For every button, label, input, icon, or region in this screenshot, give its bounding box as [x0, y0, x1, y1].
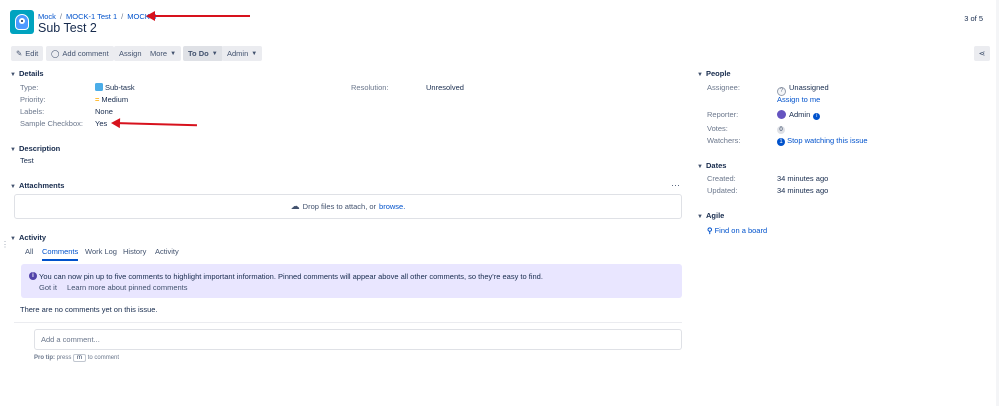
activity-section-toggle[interactable]: ▼ Activity	[10, 233, 46, 242]
labels-label: Labels:	[20, 107, 45, 116]
tab-all[interactable]: All	[25, 247, 33, 256]
votes-label: Votes:	[707, 124, 728, 133]
edit-button[interactable]: ✎ Edit	[11, 46, 44, 61]
resolution-label: Resolution:	[351, 83, 389, 92]
chevron-down-icon: ▼	[10, 184, 16, 190]
find-on-board-link[interactable]: ⚲ Find on a board	[707, 226, 767, 235]
chevron-down-icon: ▼	[10, 72, 16, 78]
chevron-down-icon: ▼	[10, 147, 16, 153]
keyboard-shortcut-key: m	[73, 354, 87, 362]
agile-section-toggle[interactable]: ▼ Agile	[697, 211, 724, 220]
issue-pager: 3 of 5	[964, 14, 983, 23]
info-icon: i	[29, 272, 37, 280]
add-comment-button[interactable]: ◯ Add comment	[46, 46, 114, 61]
breadcrumb-project[interactable]: Mock	[38, 12, 56, 21]
description-section-toggle[interactable]: ▼ Description	[10, 144, 60, 153]
divider	[14, 322, 682, 323]
got-it-button[interactable]: Got it	[39, 283, 57, 292]
details-section-toggle[interactable]: ▼ Details	[10, 69, 44, 78]
issue-title[interactable]: Sub Test 2	[38, 21, 97, 35]
priority-medium-icon: =	[95, 95, 100, 104]
chevron-down-icon: ▼	[697, 72, 703, 78]
chevron-down-icon: ▼	[251, 50, 258, 57]
attachments-section-toggle[interactable]: ▼ Attachments	[10, 181, 64, 190]
assign-button[interactable]: Assign	[114, 46, 147, 61]
drag-handle-icon[interactable]: ⋮	[1, 241, 9, 249]
more-options-icon[interactable]: ···	[671, 180, 680, 190]
breadcrumb: Mock / MOCK-1 Test 1/MOCK-3	[38, 12, 157, 21]
add-comment-input[interactable]: Add a comment...	[34, 329, 682, 350]
comment-icon: ◯	[51, 49, 60, 58]
info-icon[interactable]: i	[813, 113, 821, 120]
chevron-down-icon: ▼	[697, 164, 703, 170]
breadcrumb-parent-issue[interactable]: MOCK-1 Test 1	[66, 12, 117, 21]
project-avatar[interactable]	[10, 10, 34, 34]
share-icon: ⋖	[978, 49, 986, 58]
reporter-label: Reporter:	[707, 110, 739, 119]
dates-section-toggle[interactable]: ▼ Dates	[697, 161, 726, 170]
pro-tip: Pro tip: press m to comment	[34, 354, 120, 362]
learn-more-link[interactable]: Learn more about pinned comments	[67, 283, 188, 292]
sample-checkbox-label: Sample Checkbox:	[20, 119, 83, 128]
no-comments-text: There are no comments yet on this issue.	[20, 305, 158, 314]
resolution-value: Unresolved	[426, 83, 464, 92]
chevron-down-icon: ▼	[170, 50, 177, 57]
watchers-label: Watchers:	[707, 136, 741, 145]
labels-value[interactable]: None	[95, 107, 113, 116]
created-value: 34 minutes ago	[777, 174, 829, 183]
people-section-toggle[interactable]: ▼ People	[697, 69, 731, 78]
pencil-icon: ✎	[16, 49, 23, 58]
pinned-comments-notice: i You can now pin up to five comments to…	[21, 264, 682, 298]
tab-work-log[interactable]: Work Log	[85, 247, 117, 256]
browse-link[interactable]: browse.	[379, 202, 405, 211]
admin-button[interactable]: Admin ▼	[222, 46, 263, 61]
votes-value[interactable]: 0	[777, 124, 785, 134]
attachment-dropzone[interactable]: ☁ Drop files to attach, or browse.	[14, 194, 682, 219]
search-icon: ⚲	[707, 226, 713, 235]
priority-label: Priority:	[20, 95, 46, 104]
cloud-upload-icon: ☁	[290, 201, 300, 211]
tab-comments[interactable]: Comments	[42, 247, 79, 261]
annotation-arrow-checkbox	[110, 117, 197, 129]
type-value: Sub-task	[95, 83, 135, 92]
chevron-down-icon: ▼	[697, 214, 703, 220]
avatar	[777, 110, 786, 119]
watchers-value[interactable]: 1 Stop watching this issue	[777, 136, 868, 146]
notice-text: You can now pin up to five comments to h…	[39, 272, 543, 281]
type-label: Type:	[20, 83, 39, 92]
chevron-down-icon: ▼	[211, 50, 218, 57]
reporter-value[interactable]: Admin i	[777, 110, 821, 120]
created-label: Created:	[707, 174, 736, 183]
chevron-down-icon: ▼	[10, 236, 16, 242]
updated-value: 34 minutes ago	[777, 186, 829, 195]
tab-activity[interactable]: Activity	[155, 247, 179, 256]
sample-checkbox-value[interactable]: Yes	[95, 119, 107, 128]
assignee-label: Assignee:	[707, 83, 740, 92]
priority-value: = Medium	[95, 95, 129, 104]
assign-to-me-link[interactable]: Assign to me	[777, 95, 820, 104]
stop-watching-link[interactable]: Stop watching this issue	[787, 136, 867, 145]
annotation-arrow-breadcrumb	[146, 11, 250, 21]
description-text[interactable]: Test	[20, 156, 34, 165]
updated-label: Updated:	[707, 186, 738, 195]
share-button[interactable]: ⋖	[974, 46, 990, 61]
status-todo-button[interactable]: To Do ▼	[183, 46, 223, 61]
more-button[interactable]: More ▼	[145, 46, 182, 61]
tab-history[interactable]: History	[123, 247, 146, 256]
subtask-icon	[95, 83, 103, 91]
